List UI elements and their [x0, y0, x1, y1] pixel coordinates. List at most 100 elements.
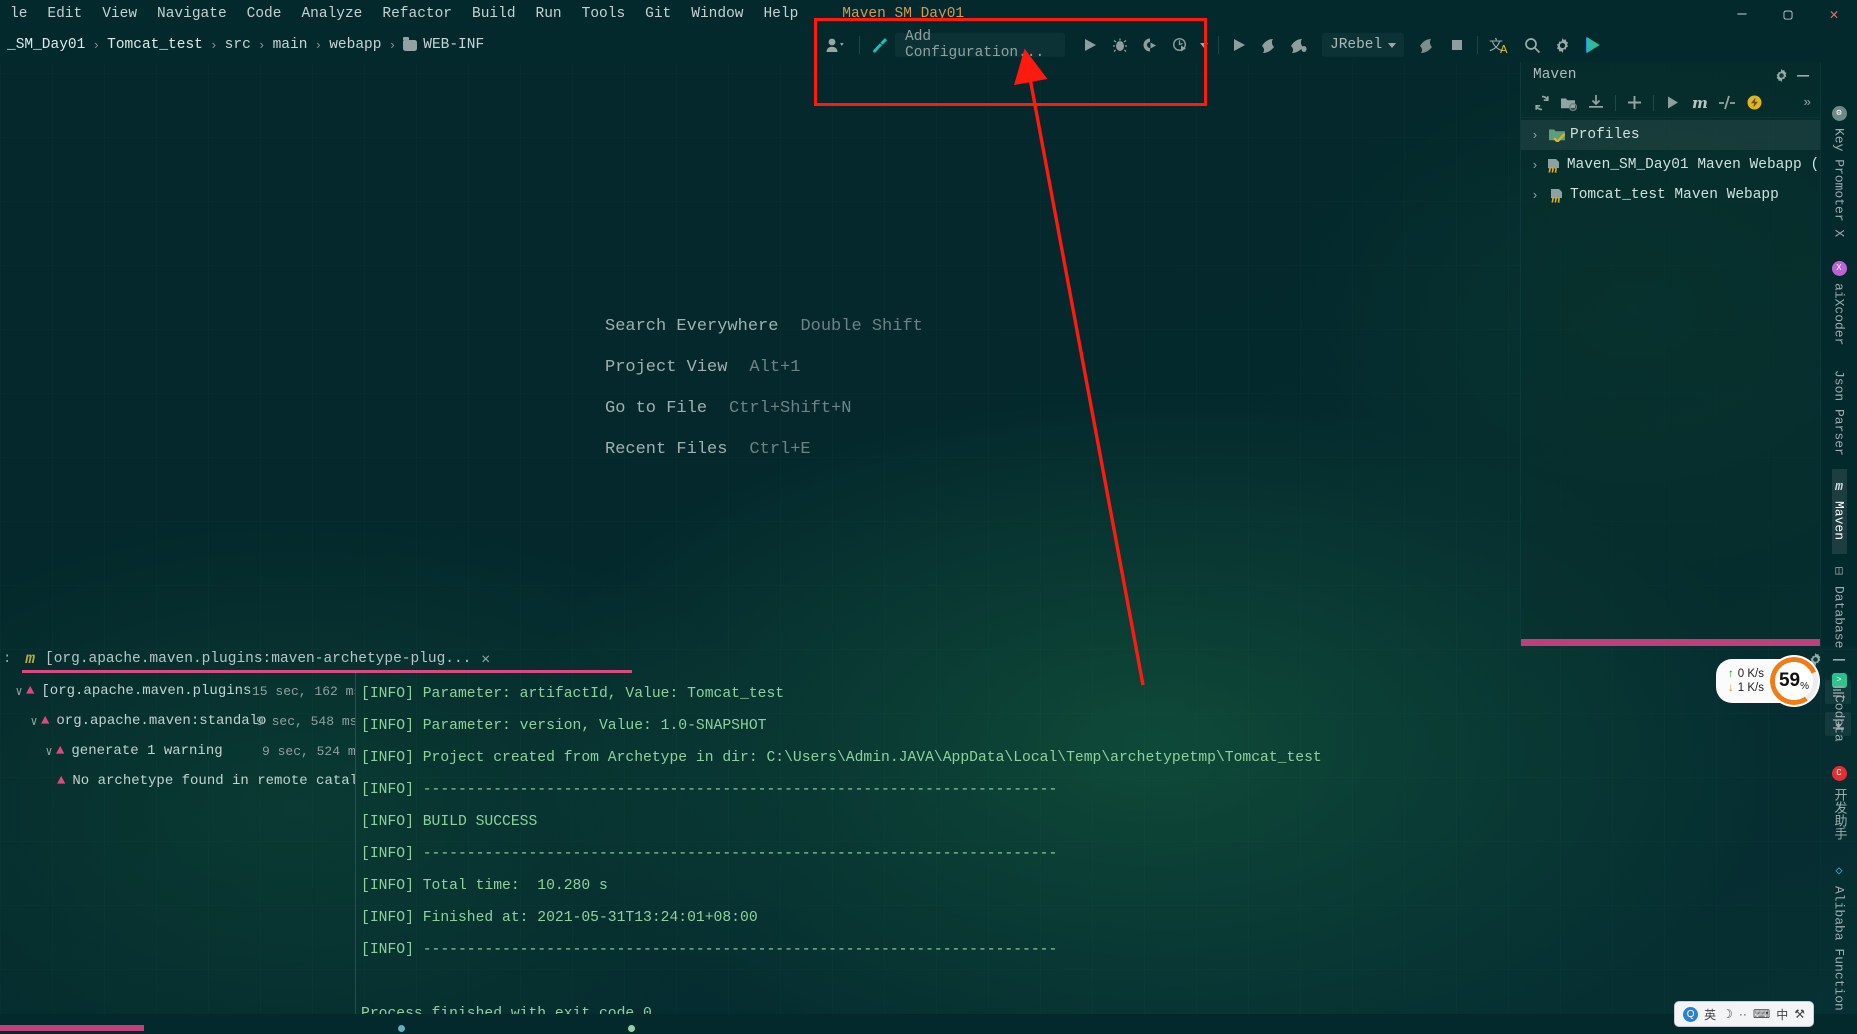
tool-tab-label: Json Parser: [1831, 369, 1847, 456]
maven-panel-header: Maven: [1521, 62, 1820, 88]
minimize-icon[interactable]: [1827, 653, 1851, 665]
build-tree-row[interactable]: ∨ ▲ [org.apache.maven.plugins 15 sec, 16…: [0, 676, 355, 706]
shortcut-hint-row: Search Everywhere Double Shift: [605, 317, 923, 336]
breadcrumb-item-webinf[interactable]: WEB-INF: [396, 36, 491, 53]
user-avatar-icon[interactable]: [816, 32, 854, 58]
toggle-offline-mode-icon[interactable]: [1741, 91, 1766, 115]
minimize-icon[interactable]: [1792, 69, 1814, 81]
add-configuration-button[interactable]: Add Configuration...: [895, 29, 1065, 61]
tool-tab-aixcoder[interactable]: X aiXcoder: [1831, 251, 1847, 359]
menu-item-tools[interactable]: Tools: [572, 3, 636, 25]
taskbar-app-indicator[interactable]: [628, 1025, 635, 1032]
jrebel-dropdown[interactable]: JRebel: [1322, 33, 1405, 57]
intellij-idea-window: le Edit View Navigate Code Analyze Refac…: [0, 0, 1857, 1034]
toggle-skip-tests-icon[interactable]: [1714, 91, 1739, 115]
chevron-right-icon[interactable]: ›: [1531, 128, 1542, 143]
chevron-right-icon[interactable]: ›: [1531, 188, 1542, 203]
shortcut-name: Project View: [605, 358, 728, 377]
ime-language-label[interactable]: 英: [1704, 1006, 1716, 1023]
jrebel-run-icon[interactable]: [1224, 32, 1254, 58]
network-speed-widget[interactable]: ↑ 0 K/s ↓ 1 K/s 59 %: [1716, 655, 1820, 707]
translate-icon[interactable]: 文A: [1483, 32, 1517, 58]
build-console-output[interactable]: [INFO] Parameter: artifactId, Value: Tom…: [355, 672, 1819, 1034]
console-line: [INFO] BUILD SUCCESS: [361, 814, 538, 830]
more-label: »: [1803, 95, 1812, 110]
build-hammer-icon[interactable]: [865, 32, 895, 58]
ime-language-bar[interactable]: Q 英 ☽ ·· ⌨ 中 ⚒: [1675, 1002, 1813, 1026]
build-tree-row[interactable]: ∨ ▲ generate 1 warning 9 sec, 524 ms: [0, 736, 355, 766]
menu-item-window[interactable]: Window: [681, 3, 753, 25]
dots-icon[interactable]: ··: [1739, 1007, 1747, 1021]
search-icon[interactable]: [1517, 32, 1547, 58]
add-maven-project-icon[interactable]: [1622, 91, 1647, 115]
maximize-button[interactable]: ▢: [1765, 0, 1811, 28]
ime-mode-icon[interactable]: 中: [1776, 1006, 1788, 1023]
generate-sources-icon[interactable]: [1556, 91, 1581, 115]
menu-item-build[interactable]: Build: [462, 3, 526, 25]
ime-tools-icon[interactable]: ⚒: [1794, 1007, 1805, 1021]
chevron-down-icon[interactable]: ∨: [42, 744, 56, 759]
breadcrumb-item-project[interactable]: _SM_Day01: [0, 37, 92, 53]
maven-scroll-marker[interactable]: [1521, 639, 1820, 646]
chevron-right-icon[interactable]: ›: [1531, 158, 1539, 173]
minimize-button[interactable]: —: [1719, 0, 1765, 28]
menu-item-run[interactable]: Run: [526, 3, 572, 25]
breadcrumb-item-webapp[interactable]: webapp: [322, 37, 388, 53]
cpu-usage-dial[interactable]: 59 %: [1768, 655, 1820, 707]
build-tree-row[interactable]: ▲ No archetype found in remote catalo: [0, 766, 355, 796]
breadcrumb-item-module[interactable]: Tomcat_test: [100, 37, 210, 53]
close-icon[interactable]: ✕: [481, 651, 490, 668]
build-tree-row[interactable]: ∨ ▲ org.apache.maven:standalo 9 sec, 548…: [0, 706, 355, 736]
moon-icon[interactable]: ☽: [1722, 1007, 1733, 1021]
execute-goal-icon[interactable]: m: [1687, 91, 1712, 115]
play-colored-icon[interactable]: [1577, 32, 1607, 58]
menu-item-analyze[interactable]: Analyze: [291, 3, 372, 25]
profiler-icon[interactable]: [1165, 32, 1195, 58]
shortcut-key: Ctrl+E: [749, 440, 811, 459]
build-tab-title[interactable]: [org.apache.maven.plugins:maven-archetyp…: [45, 651, 471, 667]
settings-gear-icon[interactable]: [1770, 68, 1792, 83]
menu-item-git[interactable]: Git: [635, 3, 681, 25]
reload-icon[interactable]: [1529, 91, 1554, 115]
maven-tree-item-profiles[interactable]: › Profiles: [1521, 120, 1820, 150]
scroll-to-end-icon[interactable]: [1825, 680, 1851, 704]
taskbar-app-indicator[interactable]: [398, 1025, 405, 1032]
settings-gear-icon[interactable]: [1547, 32, 1577, 58]
more-icon[interactable]: »: [1795, 91, 1820, 115]
console-line: [INFO] ---------------------------------…: [361, 782, 1058, 798]
menu-item-navigate[interactable]: Navigate: [147, 3, 237, 25]
maven-tree-item-maven-sm-day01[interactable]: › m Maven_SM_Day01 Maven Webapp (roo: [1521, 150, 1845, 180]
run-with-coverage-icon[interactable]: [1135, 32, 1165, 58]
tool-tab-maven[interactable]: m Maven: [1831, 469, 1847, 555]
chevron-down-icon[interactable]: ∨: [27, 714, 41, 729]
breadcrumb-item-webinf-label: WEB-INF: [423, 37, 485, 53]
run-maven-build-icon[interactable]: [1660, 91, 1685, 115]
tool-tab-json-parser[interactable]: Json Parser: [1832, 360, 1847, 470]
jrebel-advanced-icon[interactable]: [1284, 32, 1314, 58]
aixcoder-icon: X: [1831, 261, 1847, 277]
breadcrumb-separator: ›: [209, 37, 218, 53]
menu-item-help[interactable]: Help: [753, 3, 808, 25]
jrebel-debug-icon[interactable]: [1254, 32, 1284, 58]
stop-icon[interactable]: [1442, 32, 1472, 58]
keyboard-icon[interactable]: ⌨: [1753, 1007, 1770, 1021]
menu-item-edit[interactable]: Edit: [37, 3, 92, 25]
menu-item-view[interactable]: View: [92, 3, 147, 25]
debug-icon[interactable]: [1105, 32, 1135, 58]
jrebel-profile-icon[interactable]: [1412, 32, 1442, 58]
tool-tab-label: aiXcoder: [1831, 283, 1847, 346]
chevron-down-icon[interactable]: ∨: [12, 684, 26, 699]
menu-item-code[interactable]: Code: [237, 3, 292, 25]
close-button[interactable]: ✕: [1811, 0, 1857, 28]
menu-item-file[interactable]: le: [0, 3, 37, 25]
soft-wrap-icon[interactable]: [1825, 712, 1851, 736]
chevron-down-icon[interactable]: [1195, 32, 1213, 58]
tool-tab-key-promoter-x[interactable]: ⚙ Key Promoter X: [1831, 96, 1847, 251]
download-sources-icon[interactable]: [1584, 91, 1609, 115]
breadcrumb-item-main[interactable]: main: [266, 37, 315, 53]
panel-collapse-marker: :: [3, 651, 12, 667]
menu-item-refactor[interactable]: Refactor: [372, 3, 462, 25]
breadcrumb-item-src[interactable]: src: [218, 37, 258, 53]
run-icon[interactable]: [1075, 32, 1105, 58]
maven-tree-item-tomcat-test[interactable]: › m Tomcat_test Maven Webapp: [1521, 180, 1820, 210]
